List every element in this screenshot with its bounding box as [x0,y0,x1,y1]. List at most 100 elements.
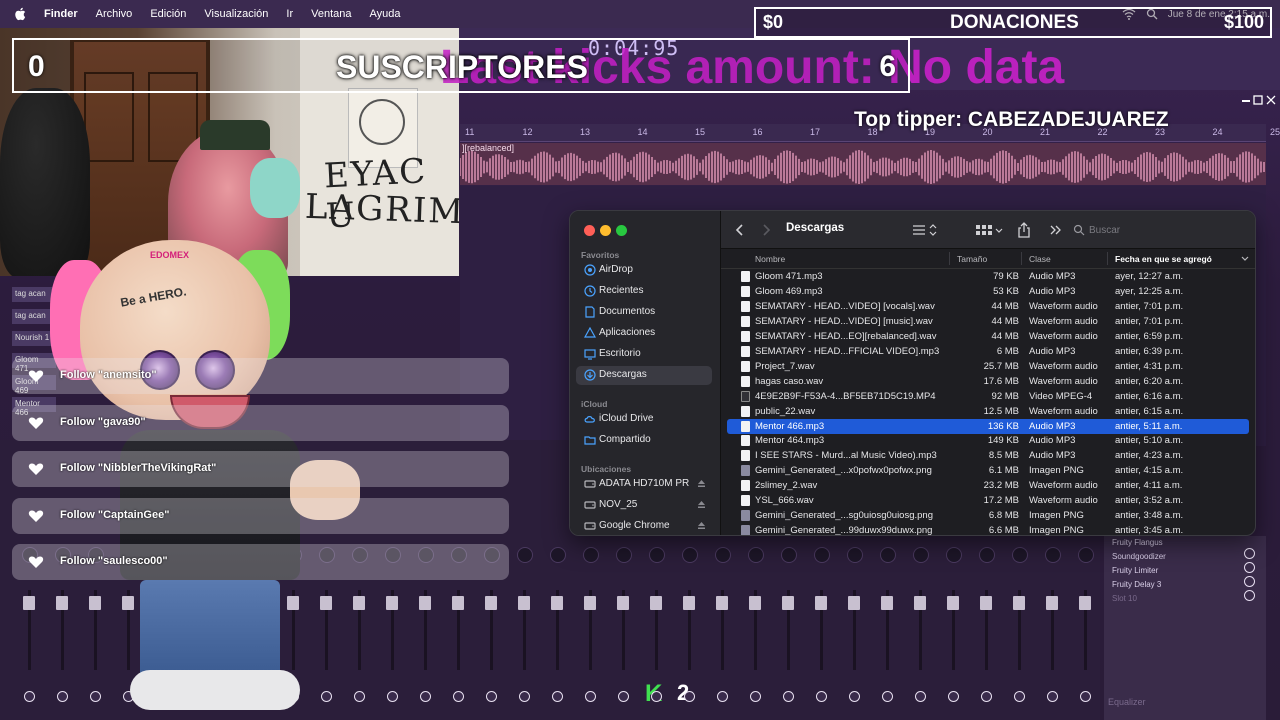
mixer-fader[interactable] [551,596,563,610]
sidebar-item-nov-25[interactable]: NOV_25 [576,496,712,515]
mixer-pan-button[interactable] [717,691,728,702]
mixer-knob[interactable] [946,547,962,563]
mixer-pan-button[interactable] [1014,691,1025,702]
mixer-pan-button[interactable] [948,691,959,702]
share-icon[interactable] [1017,221,1031,239]
file-row[interactable]: SEMATARY - HEAD...FFICIAL VIDEO].mp3 6 MB… [727,344,1249,359]
mixer-fader[interactable] [419,596,431,610]
mixer-fader[interactable] [782,596,794,610]
sidebar-item-descargas[interactable]: Descargas [576,366,712,385]
mixer-pan-button[interactable] [1080,691,1091,702]
mixer-pan-button[interactable] [552,691,563,702]
sidebar-item-recientes[interactable]: Recientes [576,282,712,301]
search-input[interactable] [1089,222,1244,238]
mixer-fader[interactable] [1079,596,1091,610]
apple-icon[interactable] [14,7,26,21]
sidebar-item-compartido[interactable]: Compartido [576,431,712,450]
mixer-knob[interactable] [913,547,929,563]
fx-slot[interactable]: Fruity Flangus [1112,538,1163,547]
mixer-knob[interactable] [748,547,764,563]
file-row[interactable]: 2slimey_2.wav 23.2 MB Waveform audio antier… [727,478,1249,493]
mixer-knob[interactable] [649,547,665,563]
column-header-kind[interactable]: Clase [1029,254,1051,264]
menu-ir[interactable]: Ir [286,8,293,20]
mixer-pan-button[interactable] [486,691,497,702]
sidebar-item-airdrop[interactable]: AirDrop [576,261,712,280]
mixer-fader[interactable] [980,596,992,610]
mixer-pan-button[interactable] [618,691,629,702]
menu-ventana[interactable]: Ventana [311,8,351,20]
daw-window-controls[interactable] [1240,95,1276,107]
mixer-knob[interactable] [781,547,797,563]
fx-slot[interactable]: Soundgoodizer [1112,552,1166,561]
mixer-fader[interactable] [1046,596,1058,610]
file-row[interactable]: Gloom 471.mp3 79 KB Audio MP3 ayer, 12:27 a… [727,269,1249,284]
menu-visualizacion[interactable]: Visualización [204,8,268,20]
mixer-fader[interactable] [815,596,827,610]
file-row[interactable]: Gemini_Generated_...sg0uiosg0uiosg.png 6.… [727,508,1249,523]
sidebar-item-google-chrome[interactable]: Google Chrome [576,517,712,535]
file-row[interactable]: SEMATARY - HEAD...VIDEO] [vocals].wav 44 … [727,299,1249,314]
mixer-knob[interactable] [880,547,896,563]
back-chevron-icon[interactable] [733,222,747,238]
sort-chevron-down-icon[interactable] [1241,256,1249,262]
mixer-fader[interactable] [683,596,695,610]
mixer-fader[interactable] [848,596,860,610]
mixer-fader[interactable] [650,596,662,610]
mixer-pan-button[interactable] [1047,691,1058,702]
mixer-fader[interactable] [386,596,398,610]
column-header-date-added[interactable]: Fecha en que se agregó [1115,254,1212,264]
mixer-fader[interactable] [518,596,530,610]
file-row[interactable]: SEMATARY - HEAD...VIDEO] [music].wav 44 M… [727,314,1249,329]
file-row[interactable]: hagas caso.wav 17.6 MB Waveform audio antie… [727,374,1249,389]
file-row[interactable]: YSL_666.wav 17.2 MB Waveform audio antier, … [727,493,1249,508]
column-header-size[interactable]: Tamaño [957,254,987,264]
mixer-pan-button[interactable] [387,691,398,702]
mixer-fader[interactable] [1013,596,1025,610]
column-header-name[interactable]: Nombre [755,254,785,264]
forward-chevron-icon[interactable] [759,222,773,238]
mixer-pan-button[interactable] [750,691,761,702]
mixer-knob[interactable] [517,547,533,563]
menu-ayuda[interactable]: Ayuda [370,8,401,20]
close-window-button[interactable] [584,225,595,236]
mixer-fader[interactable] [584,596,596,610]
file-row[interactable]: 4E9E2B9F-F53A-4...BF5EB71D5C19.MP4 92 MB V… [727,389,1249,404]
daw-audio-clip[interactable] [460,143,1266,185]
file-row[interactable]: Mentor 464.mp3 149 KB Audio MP3 antier, 5:1… [727,433,1249,448]
search-field[interactable] [1071,220,1251,240]
sidebar-item-adata-hd710m-pr[interactable]: ADATA HD710M PR [576,475,712,494]
more-chevrons-icon[interactable] [1049,222,1063,238]
mixer-knob[interactable] [979,547,995,563]
sidebar-item-aplicaciones[interactable]: Aplicaciones [576,324,712,343]
zoom-window-button[interactable] [616,225,627,236]
file-row[interactable]: Gemini_Generated_...x0pofwx0pofwx.png 6.1… [727,463,1249,478]
mixer-knob[interactable] [715,547,731,563]
eject-icon[interactable] [697,500,706,509]
finder-window[interactable]: Favoritos AirDrop Recientes Documentos Apli… [569,210,1256,536]
mixer-pan-button[interactable] [519,691,530,702]
file-row[interactable]: Gloom 469.mp3 53 KB Audio MP3 ayer, 12:25 a… [727,284,1249,299]
mixer-knob[interactable] [616,547,632,563]
mixer-pan-button[interactable] [915,691,926,702]
file-row[interactable]: Mentor 466.mp3 136 KB Audio MP3 antier, 5:1… [727,418,1249,434]
minimize-window-button[interactable] [600,225,611,236]
mixer-knob[interactable] [583,547,599,563]
fx-enable-toggle[interactable] [1244,548,1255,559]
mixer-pan-button[interactable] [420,691,431,702]
sidebar-item-escritorio[interactable]: Escritorio [576,345,712,364]
mixer-pan-button[interactable] [24,691,35,702]
mixer-fader[interactable] [914,596,926,610]
file-row[interactable]: Gemini_Generated_...99duwx99duwx.png 6.6 … [727,523,1249,535]
sidebar-item-documentos[interactable]: Documentos [576,303,712,322]
mixer-pan-button[interactable] [882,691,893,702]
file-row[interactable]: public_22.wav 12.5 MB Waveform audio antier… [727,404,1249,419]
list-view-icon[interactable] [911,222,939,238]
fx-slot[interactable]: Fruity Limiter [1112,566,1158,575]
mixer-fader[interactable] [947,596,959,610]
mixer-fader[interactable] [749,596,761,610]
mixer-pan-button[interactable] [651,691,662,702]
mixer-pan-button[interactable] [453,691,464,702]
mixer-knob[interactable] [1012,547,1028,563]
mixer-pan-button[interactable] [585,691,596,702]
